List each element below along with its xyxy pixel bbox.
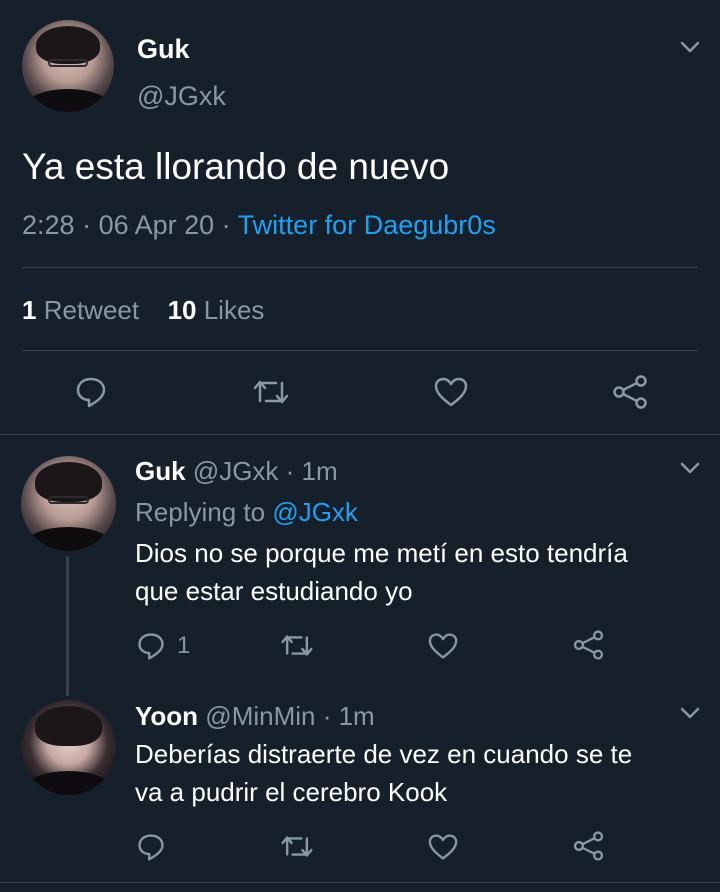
replying-to-label: Replying to — [135, 497, 266, 527]
thread-line — [66, 556, 69, 696]
reply-text-line: Deberías distraerte de vez en cuando se … — [135, 739, 633, 769]
author-handle[interactable]: @JGxk — [193, 456, 279, 486]
reply-header: Guk @JGxk · 1m — [135, 456, 338, 487]
reply-icon[interactable] — [136, 832, 166, 862]
divider — [0, 882, 720, 883]
reply-header: Yoon @MinMin · 1m — [135, 701, 375, 732]
reply-icon[interactable] — [74, 375, 108, 409]
retweets-stat[interactable]: 1 Retweet — [22, 295, 146, 325]
retweets-label: Retweet — [43, 295, 140, 325]
reply-time: · 1m — [322, 701, 375, 731]
tweet-source-link[interactable]: Twitter for Daegubr0s — [238, 210, 496, 240]
share-icon[interactable] — [572, 830, 605, 862]
divider — [0, 434, 720, 435]
reply-text-line: va a pudrir el cerebro Kook — [135, 777, 448, 807]
replying-to-handle[interactable]: @JGxk — [272, 497, 358, 527]
avatar[interactable] — [21, 456, 116, 551]
likes-count: 10 — [167, 295, 197, 325]
author-handle[interactable]: @MinMin — [205, 701, 315, 731]
reply-time: · 1m — [285, 456, 338, 486]
chevron-down-icon[interactable] — [679, 706, 701, 720]
author-name[interactable]: Yoon — [135, 701, 198, 731]
tweet-time: 2:28 — [22, 210, 75, 240]
author-name[interactable]: Guk — [137, 34, 190, 65]
replying-to: Replying to @JGxk — [135, 497, 358, 528]
reply-text-line: Dios no se porque me metí en esto tendrí… — [135, 538, 628, 568]
avatar[interactable] — [21, 700, 116, 795]
engagement-stats: 1 Retweet 10 Likes — [22, 295, 264, 326]
retweets-count: 1 — [22, 295, 37, 325]
chevron-down-icon[interactable] — [679, 461, 701, 475]
reply-text-line: que estar estudiando yo — [135, 576, 413, 606]
divider — [22, 267, 698, 268]
like-icon[interactable] — [427, 833, 459, 861]
likes-label: Likes — [203, 295, 265, 325]
reply-count: 1 — [177, 632, 191, 659]
tweet-date: 06 Apr 20 — [98, 210, 215, 240]
retweet-icon[interactable] — [280, 632, 314, 659]
divider — [22, 350, 698, 351]
meta-separator: · — [74, 210, 99, 240]
likes-stat[interactable]: 10 Likes — [168, 295, 265, 325]
avatar[interactable] — [22, 20, 114, 112]
reply-icon[interactable] — [136, 631, 166, 661]
retweet-icon[interactable] — [252, 377, 290, 407]
tweet-meta: 2:28 · 06 Apr 20 · Twitter for Daegubr0s — [22, 210, 496, 241]
author-handle[interactable]: @JGxk — [137, 81, 226, 112]
meta-separator: · — [214, 210, 238, 240]
retweet-icon[interactable] — [280, 833, 314, 860]
share-icon[interactable] — [611, 374, 649, 410]
chevron-down-icon[interactable] — [679, 40, 701, 54]
like-icon[interactable] — [427, 632, 459, 660]
tweet-text: Ya esta llorando de nuevo — [22, 146, 450, 187]
share-icon[interactable] — [572, 629, 605, 661]
like-icon[interactable] — [433, 376, 469, 408]
author-name[interactable]: Guk — [135, 456, 186, 486]
